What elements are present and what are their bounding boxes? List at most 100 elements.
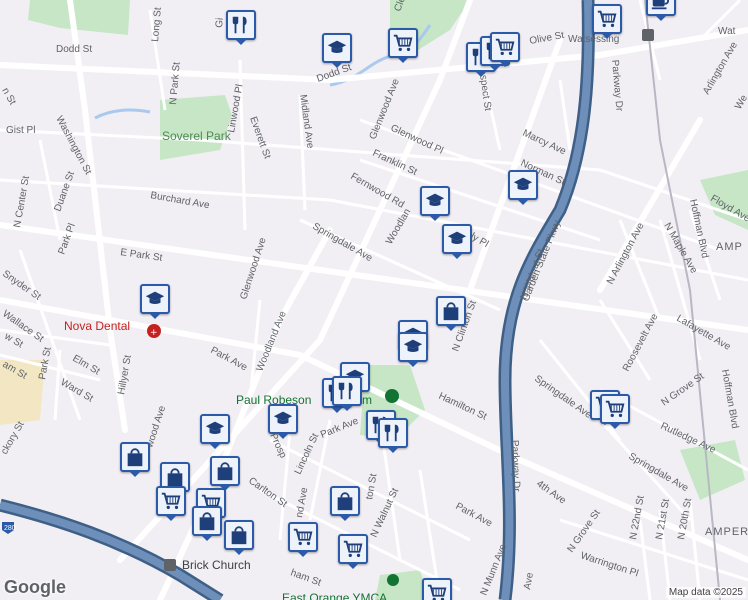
shopping-pin[interactable]	[330, 486, 360, 521]
street-label: Hoffman Blvd	[719, 369, 740, 430]
street-label: 4th Ave	[534, 478, 568, 506]
street-label: Arlington Ave	[701, 40, 740, 97]
shopping-bag-icon	[334, 490, 356, 512]
restaurant-pin[interactable]	[332, 376, 362, 411]
school-pin[interactable]	[322, 33, 352, 68]
shopping-cart-icon	[604, 398, 626, 420]
grocery-pin[interactable]	[288, 522, 318, 557]
street-label: ton St	[364, 473, 379, 501]
shopping-pin[interactable]	[210, 456, 240, 491]
shopping-pin[interactable]	[224, 520, 254, 555]
svg-text:+: +	[150, 328, 158, 338]
area-label: AMP	[716, 241, 743, 253]
street-label: Park St	[37, 346, 54, 380]
street-label: Woodland Ave	[255, 309, 289, 373]
fork-knife-icon	[230, 14, 252, 36]
street-label: N 21st St	[654, 498, 672, 541]
street-label: Ward St	[59, 377, 96, 405]
grocery-pin[interactable]	[600, 394, 630, 429]
graduation-cap-icon	[402, 336, 424, 358]
shopping-cart-icon	[342, 538, 364, 560]
cafe-pin[interactable]	[646, 0, 676, 21]
fork-knife-icon	[336, 380, 358, 402]
grocery-pin[interactable]	[338, 534, 368, 569]
poi-label: Brick Church	[182, 558, 251, 572]
street-label: Hillyer St	[116, 354, 134, 396]
google-logo[interactable]: Google	[4, 577, 66, 598]
restaurant-pin[interactable]	[226, 10, 256, 45]
street-label: Hamilton St	[437, 391, 489, 423]
shopping-pin[interactable]	[120, 442, 150, 477]
train-station-icon[interactable]	[164, 559, 176, 571]
graduation-cap-icon	[144, 288, 166, 310]
street-label: Gist Pl	[6, 125, 35, 136]
school-pin[interactable]	[420, 186, 450, 221]
fork-knife-icon	[382, 422, 404, 444]
street-label: We	[733, 93, 748, 112]
shopping-bag-icon	[124, 446, 146, 468]
coffee-cup-icon	[650, 0, 672, 12]
street-label: Gi	[214, 17, 226, 28]
shopping-cart-icon	[494, 36, 516, 58]
street-label: ham St	[289, 567, 323, 588]
shopping-pin[interactable]	[192, 506, 222, 541]
shopping-bag-icon	[164, 466, 186, 488]
train-station-icon[interactable]	[642, 29, 654, 41]
ymca-marker-icon[interactable]	[387, 574, 399, 586]
interstate-label: 280	[4, 525, 16, 532]
school-pin[interactable]	[140, 284, 170, 319]
street-label: Carlton St	[246, 475, 289, 510]
street-label: Warrington Pl	[579, 550, 640, 579]
grocery-pin[interactable]	[592, 4, 622, 39]
street-label: Glenwood Ave	[238, 236, 268, 301]
shopping-bag-icon	[440, 300, 462, 322]
map-attribution[interactable]: Map data ©2025	[665, 587, 746, 598]
street-label: Lafayette Ave	[675, 313, 733, 353]
area-label: AMPER	[705, 526, 748, 538]
graduation-cap-icon	[512, 174, 534, 196]
graduation-cap-icon	[326, 37, 348, 59]
street-label: ckory St	[0, 420, 27, 457]
poi-label: East Orange YMCA	[282, 591, 387, 600]
school-marker-icon[interactable]	[385, 389, 399, 403]
street-label: N Center St	[12, 175, 32, 229]
map-base: Dodd St Dodd St Long St N Park St Gist P…	[0, 0, 748, 600]
shopping-cart-icon	[392, 32, 414, 54]
map-view[interactable]: Dodd St Dodd St Long St N Park St Gist P…	[0, 0, 748, 600]
street-label: Dodd St	[56, 44, 92, 55]
street-label: Springdale Ave	[627, 451, 691, 494]
street-label: Parkway Dr	[609, 59, 625, 112]
grocery-pin[interactable]	[388, 28, 418, 63]
street-label: Parkway Dr	[509, 440, 522, 493]
street-label: Park Ave	[454, 501, 495, 530]
street-label: Snyder St	[0, 268, 42, 302]
shopping-cart-icon	[596, 8, 618, 30]
shopping-cart-icon	[426, 582, 448, 600]
graduation-cap-icon	[446, 228, 468, 250]
grocery-pin[interactable]	[156, 486, 186, 521]
shopping-pin[interactable]	[436, 296, 466, 331]
street-label: Wat	[718, 26, 736, 37]
street-label: Duane St	[52, 170, 77, 213]
poi-label: Nova Dental	[64, 319, 130, 333]
shopping-cart-icon	[292, 526, 314, 548]
restaurant-pin[interactable]	[378, 418, 408, 453]
shopping-bag-icon	[214, 460, 236, 482]
street-label: Marcy Ave	[521, 128, 568, 158]
grocery-pin[interactable]	[422, 578, 452, 600]
school-pin[interactable]	[508, 170, 538, 205]
street-label: Ave	[522, 571, 536, 590]
school-pin[interactable]	[442, 224, 472, 259]
school-pin[interactable]	[398, 332, 428, 367]
graduation-cap-icon	[204, 418, 226, 440]
school-pin[interactable]	[268, 404, 298, 439]
graduation-cap-icon	[272, 408, 294, 430]
shopping-bag-icon	[196, 510, 218, 532]
street-label: Everett St	[247, 115, 272, 160]
school-pin[interactable]	[200, 414, 230, 449]
shopping-cart-icon	[160, 490, 182, 512]
street-label: Long St	[150, 7, 164, 43]
street-label: n St	[0, 86, 18, 107]
street-label: Park Ave	[209, 345, 250, 374]
grocery-pin[interactable]	[490, 32, 520, 67]
